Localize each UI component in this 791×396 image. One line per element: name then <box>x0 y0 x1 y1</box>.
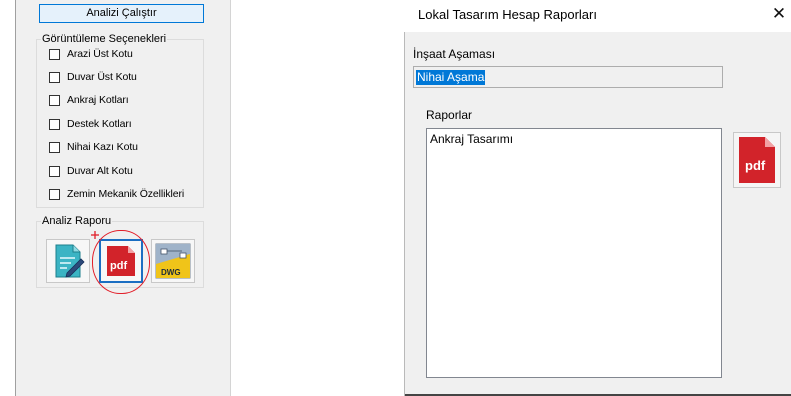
dwg-icon-label: DWG <box>161 268 181 277</box>
checkbox-label: Nihai Kazı Kotu <box>67 141 138 153</box>
checkbox-box[interactable] <box>49 94 60 106</box>
panel-right-border <box>230 0 231 396</box>
pdf-icon-label: pdf <box>745 158 766 173</box>
display-options-group: Görüntüleme Seçenekleri Arazi Üst Kotu D… <box>36 33 204 208</box>
checkbox-destek-kotlari[interactable]: Destek Kotları <box>49 117 132 131</box>
edit-report-icon <box>55 244 85 278</box>
stage-field[interactable]: Nihai Aşama <box>413 66 723 88</box>
pdf-report-button[interactable]: pdf <box>99 239 143 283</box>
stage-label: İnşaat Aşaması <box>413 47 496 61</box>
checkbox-box[interactable] <box>49 118 60 130</box>
display-options-legend: Görüntüleme Seçenekleri <box>41 33 168 46</box>
dwg-export-button[interactable]: DWG <box>151 239 195 283</box>
checkbox-zemin-mekanik-ozellikleri[interactable]: Zemin Mekanik Özellikleri <box>49 187 184 201</box>
panel-left-border <box>15 0 16 396</box>
report-dialog: Lokal Tasarım Hesap Raporları ✕ İnşaat A… <box>404 0 791 396</box>
dialog-titlebar: Lokal Tasarım Hesap Raporları ✕ <box>404 0 791 32</box>
export-pdf-button[interactable]: pdf <box>733 132 781 188</box>
checkbox-duvar-alt-kotu[interactable]: Duvar Alt Kotu <box>49 164 133 178</box>
checkbox-ankraj-kotlari[interactable]: Ankraj Kotları <box>49 93 129 107</box>
dialog-title: Lokal Tasarım Hesap Raporları <box>418 7 597 22</box>
checkbox-box[interactable] <box>49 141 60 153</box>
checkbox-arazi-ust-kotu[interactable]: Arazi Üst Kotu <box>49 47 133 61</box>
stage-value: Nihai Aşama <box>416 70 486 85</box>
checkbox-box[interactable] <box>49 188 60 200</box>
run-analysis-button[interactable]: Analizi Çalıştır <box>39 4 204 23</box>
checkbox-box[interactable] <box>49 48 60 60</box>
checkbox-label: Arazi Üst Kotu <box>67 48 133 60</box>
reports-label: Raporlar <box>426 108 473 122</box>
edit-report-button[interactable] <box>46 239 90 283</box>
list-item[interactable]: Ankraj Tasarımı <box>430 132 513 146</box>
dialog-body: İnşaat Aşaması Nihai Aşama Raporlar Ankr… <box>404 32 791 396</box>
pdf-icon-label: pdf <box>110 260 128 272</box>
checkbox-duvar-ust-kotu[interactable]: Duvar Üst Kotu <box>49 70 137 84</box>
checkbox-nihai-kazi-kotu[interactable]: Nihai Kazı Kotu <box>49 140 138 154</box>
checkbox-label: Ankraj Kotları <box>67 94 129 106</box>
analysis-report-legend: Analiz Raporu <box>41 215 113 228</box>
analysis-report-group: Analiz Raporu pdf DWG <box>36 215 204 288</box>
checkbox-box[interactable] <box>49 165 60 177</box>
checkbox-box[interactable] <box>49 71 60 83</box>
checkbox-label: Zemin Mekanik Özellikleri <box>67 188 185 200</box>
checkbox-label: Duvar Alt Kotu <box>67 165 133 177</box>
checkbox-label: Duvar Üst Kotu <box>67 71 137 83</box>
checkbox-label: Destek Kotları <box>67 118 132 130</box>
reports-list[interactable]: Ankraj Tasarımı <box>426 128 722 378</box>
close-icon[interactable]: ✕ <box>768 3 790 25</box>
